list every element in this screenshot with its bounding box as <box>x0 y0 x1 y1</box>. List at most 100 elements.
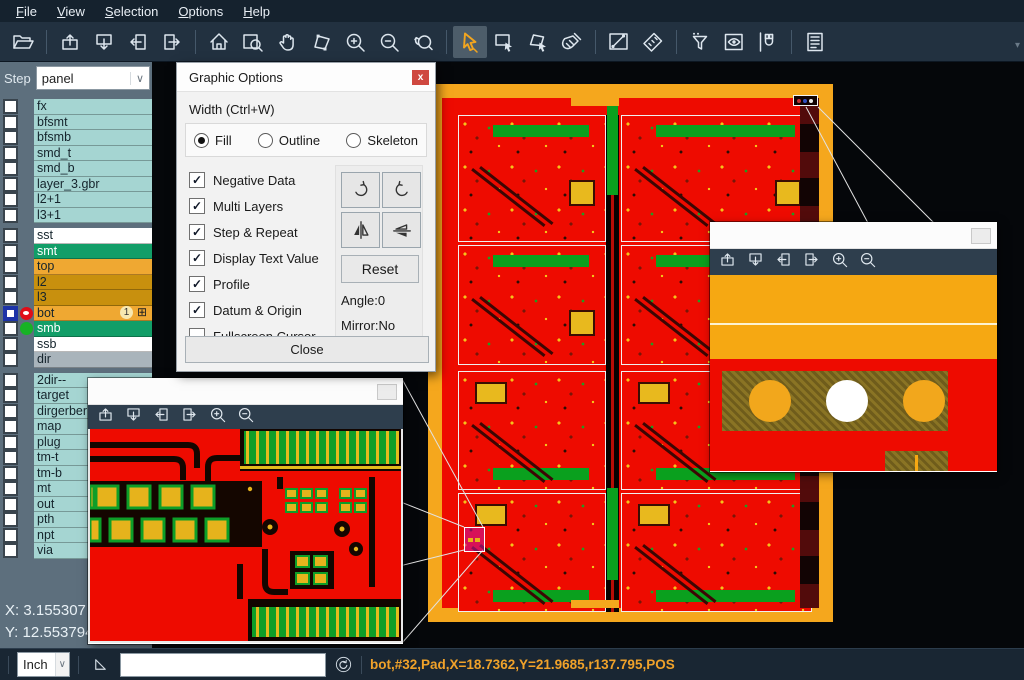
menu-options[interactable]: Options <box>168 2 233 21</box>
layer-name[interactable]: sst <box>34 228 152 244</box>
checkbox-icon[interactable]: ✓ <box>189 276 205 292</box>
dialog-title-bar[interactable]: Graphic Options x <box>177 63 435 92</box>
layer-visibility-checkbox[interactable] <box>3 290 18 305</box>
layer-name[interactable]: ssb <box>34 337 152 353</box>
layer-visibility-checkbox[interactable] <box>3 466 18 481</box>
tool-zoom-previous[interactable] <box>406 26 440 58</box>
mag-tool-zoom-out[interactable] <box>858 250 877 274</box>
tool-select-cursor[interactable] <box>453 26 487 58</box>
mag-tool-nudge-down[interactable] <box>746 250 765 274</box>
close-icon[interactable]: x <box>412 70 429 85</box>
menu-selection[interactable]: Selection <box>95 2 168 21</box>
layer-name[interactable]: smd_t <box>34 146 152 162</box>
tool-nudge-up[interactable] <box>53 26 87 58</box>
tool-snap-magnet[interactable] <box>751 26 785 58</box>
layer-visibility-checkbox[interactable] <box>3 208 18 223</box>
layer-visibility-checkbox[interactable] <box>3 352 18 367</box>
mag-tool-nudge-down[interactable] <box>124 405 143 429</box>
layer-name[interactable]: dir <box>34 352 152 368</box>
tool-nudge-left[interactable] <box>121 26 155 58</box>
tool-nudge-right[interactable] <box>155 26 189 58</box>
tool-nudge-down[interactable] <box>87 26 121 58</box>
menu-view[interactable]: View <box>47 2 95 21</box>
layer-visibility-checkbox[interactable] <box>3 337 18 352</box>
checkbox-display-text-value[interactable]: ✓Display Text Value <box>189 245 335 271</box>
magnifier-title-bar[interactable] <box>710 222 997 249</box>
layer-visibility-checkbox[interactable] <box>3 404 18 419</box>
toolbar-overflow-chevron[interactable]: ▾ <box>1015 40 1020 51</box>
checkbox-icon[interactable]: ✓ <box>189 250 205 266</box>
tool-open-file[interactable] <box>6 26 40 58</box>
layer-name[interactable]: smt <box>34 244 152 260</box>
layer-name[interactable]: bfsmb <box>34 130 152 146</box>
layer-visibility-checkbox[interactable] <box>3 99 18 114</box>
layer-name[interactable]: l2+1 <box>34 192 152 208</box>
reset-button[interactable]: Reset <box>341 255 419 283</box>
layer-visibility-checkbox[interactable] <box>3 115 18 130</box>
menu-help[interactable]: Help <box>233 2 280 21</box>
tool-layer-view[interactable] <box>717 26 751 58</box>
layer-visibility-checkbox[interactable] <box>3 275 18 290</box>
checkbox-step-repeat[interactable]: ✓Step & Repeat <box>189 219 335 245</box>
mag-tool-zoom-in[interactable] <box>208 405 227 429</box>
rotate-cw-button[interactable] <box>341 172 380 208</box>
tool-clean-brush[interactable] <box>555 26 589 58</box>
layer-name[interactable]: bfsmt <box>34 115 152 131</box>
tool-zoom-window[interactable] <box>236 26 270 58</box>
radio-icon[interactable] <box>194 133 209 148</box>
layer-visibility-checkbox[interactable] <box>3 321 18 336</box>
layer-visibility-checkbox[interactable] <box>3 146 18 161</box>
tool-zoom-polygon[interactable] <box>304 26 338 58</box>
layer-visibility-checkbox[interactable] <box>3 244 18 259</box>
unit-select[interactable]: Inch ∨ <box>17 652 70 677</box>
layer-name[interactable]: fx <box>34 99 152 115</box>
layer-visibility-checkbox[interactable] <box>3 528 18 543</box>
layer-visibility-checkbox[interactable] <box>3 228 18 243</box>
tool-home-view[interactable] <box>202 26 236 58</box>
mag-tool-nudge-left[interactable] <box>152 405 171 429</box>
checkbox-multi-layers[interactable]: ✓Multi Layers <box>189 193 335 219</box>
radio-outline[interactable]: Outline <box>258 133 320 148</box>
layer-visibility-checkbox[interactable] <box>3 543 18 558</box>
layer-visibility-checkbox[interactable] <box>3 497 18 512</box>
refresh-icon[interactable] <box>334 655 353 674</box>
mag-tool-nudge-right[interactable] <box>180 405 199 429</box>
mag-tool-nudge-right[interactable] <box>802 250 821 274</box>
checkbox-icon[interactable]: ✓ <box>189 198 205 214</box>
layer-visibility-checkbox[interactable] <box>3 192 18 207</box>
tool-polygon-select[interactable] <box>521 26 555 58</box>
mag-tool-nudge-left[interactable] <box>774 250 793 274</box>
layer-name[interactable]: l3 <box>34 290 152 306</box>
tool-pan-hand[interactable] <box>270 26 304 58</box>
layer-visibility-checkbox[interactable] <box>3 388 18 403</box>
tool-zoom-out[interactable] <box>372 26 406 58</box>
chevron-down-icon[interactable]: ∨ <box>55 653 69 676</box>
grid-icon[interactable]: ⊞ <box>137 306 150 319</box>
close-button[interactable]: Close <box>185 336 429 363</box>
layer-name[interactable]: l2 <box>34 275 152 291</box>
window-button[interactable] <box>377 384 397 400</box>
mag-tool-zoom-out[interactable] <box>236 405 255 429</box>
radio-fill[interactable]: Fill <box>194 133 232 148</box>
rotate-ccw-button[interactable] <box>382 172 421 208</box>
window-button[interactable] <box>971 228 991 244</box>
layer-visibility-checkbox[interactable] <box>3 177 18 192</box>
layer-visibility-checkbox[interactable] <box>3 435 18 450</box>
layer-visibility-checkbox[interactable] <box>3 306 18 321</box>
graphic-options-dialog[interactable]: Graphic Options x Width (Ctrl+W) FillOut… <box>176 62 436 372</box>
checkbox-icon[interactable]: ✓ <box>189 172 205 188</box>
chevron-down-icon[interactable]: ∨ <box>130 72 149 85</box>
tool-ruler-measure[interactable] <box>636 26 670 58</box>
checkbox-icon[interactable]: ✓ <box>189 302 205 318</box>
layer-name[interactable]: l3+1 <box>34 208 152 224</box>
mag-tool-nudge-up[interactable] <box>96 405 115 429</box>
tool-zoom-in[interactable] <box>338 26 372 58</box>
magnifier-window-top-right[interactable] <box>710 222 997 472</box>
radio-icon[interactable] <box>258 133 273 148</box>
layer-name[interactable]: top <box>34 259 152 275</box>
layer-visibility-checkbox[interactable] <box>3 259 18 274</box>
layer-visibility-checkbox[interactable] <box>3 419 18 434</box>
magnifier-window-bottom-left[interactable] <box>88 378 403 644</box>
mirror-horizontal-button[interactable] <box>382 212 421 248</box>
command-input[interactable] <box>120 653 326 677</box>
